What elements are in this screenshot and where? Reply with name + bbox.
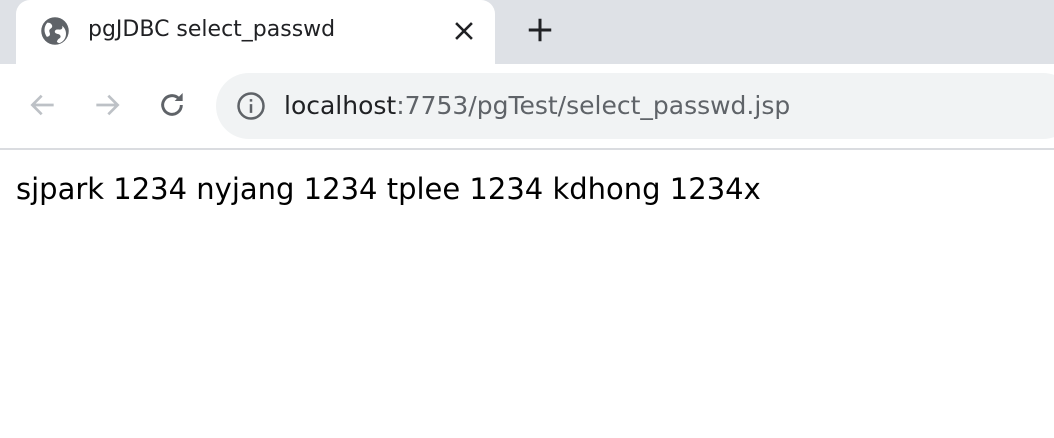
info-icon[interactable] — [236, 91, 266, 121]
arrow-left-icon[interactable] — [27, 89, 59, 121]
page-body-text: sjpark 1234 nyjang 1234 tplee 1234 kdhon… — [16, 172, 761, 206]
browser-tab[interactable]: pgJDBC select_passwd — [16, 0, 495, 64]
plus-icon[interactable] — [525, 15, 555, 45]
close-icon[interactable] — [452, 19, 476, 43]
url-host: localhost — [284, 91, 397, 120]
url-text[interactable]: localhost:7753/pgTest/select_passwd.jsp — [284, 90, 790, 122]
tab-strip: pgJDBC select_passwd — [0, 0, 1054, 64]
url-path: :7753/pgTest/select_passwd.jsp — [396, 91, 791, 120]
browser-toolbar: localhost:7753/pgTest/select_passwd.jsp — [0, 64, 1054, 150]
globe-icon — [41, 17, 69, 45]
reload-icon[interactable] — [156, 89, 188, 121]
address-bar[interactable]: localhost:7753/pgTest/select_passwd.jsp — [216, 73, 1054, 139]
tab-title: pgJDBC select_passwd — [88, 17, 336, 42]
arrow-right-icon[interactable] — [91, 89, 123, 121]
